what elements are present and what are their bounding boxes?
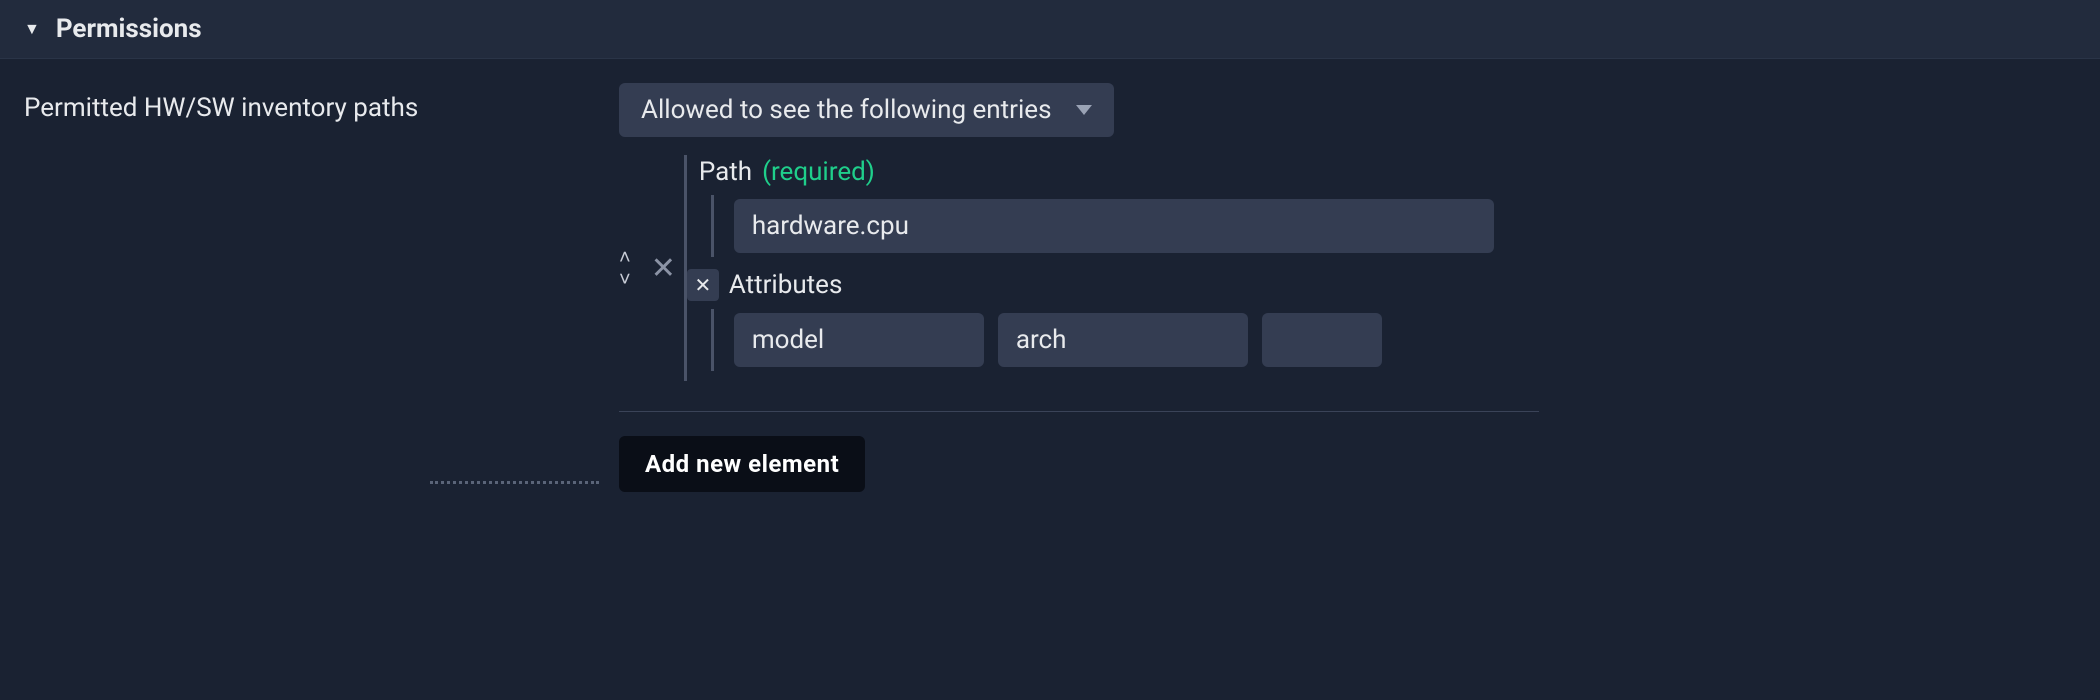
attributes-label: Attributes (729, 270, 843, 300)
attribute-input[interactable] (998, 313, 1248, 367)
section-header-permissions[interactable]: ▼ Permissions (0, 0, 2100, 59)
attributes-toggle[interactable]: ✕ (687, 269, 719, 301)
setting-label: Permitted HW/SW inventory paths (24, 93, 418, 123)
dotted-leader (430, 464, 599, 484)
add-element-button[interactable]: Add new element (619, 436, 865, 492)
mode-select-value: Allowed to see the following entries (641, 95, 1052, 125)
attributes-field-group: ✕ Attributes (687, 267, 2076, 371)
path-label: Path (699, 157, 752, 187)
attribute-input[interactable] (734, 313, 984, 367)
mode-select[interactable]: Allowed to see the following entries (619, 83, 1114, 137)
setting-label-column: Permitted HW/SW inventory paths (24, 83, 619, 492)
path-input[interactable] (734, 199, 1494, 253)
path-input-wrap (711, 195, 2076, 257)
chevron-down-icon (1076, 105, 1092, 115)
reorder-handle[interactable]: ˄ ˅ (619, 247, 631, 289)
attribute-input[interactable] (1262, 313, 1382, 367)
attributes-input-list (734, 313, 2076, 367)
section-title: Permissions (56, 14, 202, 44)
collapse-triangle-icon: ▼ (24, 19, 40, 39)
required-marker: (required) (762, 157, 875, 187)
entry-row: ˄ ˅ ✕ Path (required) ✕ At (619, 155, 2076, 381)
attributes-label-row: ✕ Attributes (687, 267, 2076, 309)
setting-value-column: Allowed to see the following entries ˄ ˅… (619, 83, 2100, 492)
chevron-up-icon: ˄ (619, 247, 631, 267)
path-field-group: Path (required) (687, 155, 2076, 257)
content-area: Permitted HW/SW inventory paths Allowed … (0, 59, 2100, 492)
attributes-input-wrap (711, 309, 2076, 371)
chevron-down-icon: ˅ (619, 269, 631, 289)
entry-body: Path (required) ✕ Attributes (684, 155, 2076, 381)
delete-entry-button[interactable]: ✕ (645, 251, 682, 286)
path-label-row: Path (required) (687, 155, 2076, 195)
divider (619, 411, 1539, 412)
